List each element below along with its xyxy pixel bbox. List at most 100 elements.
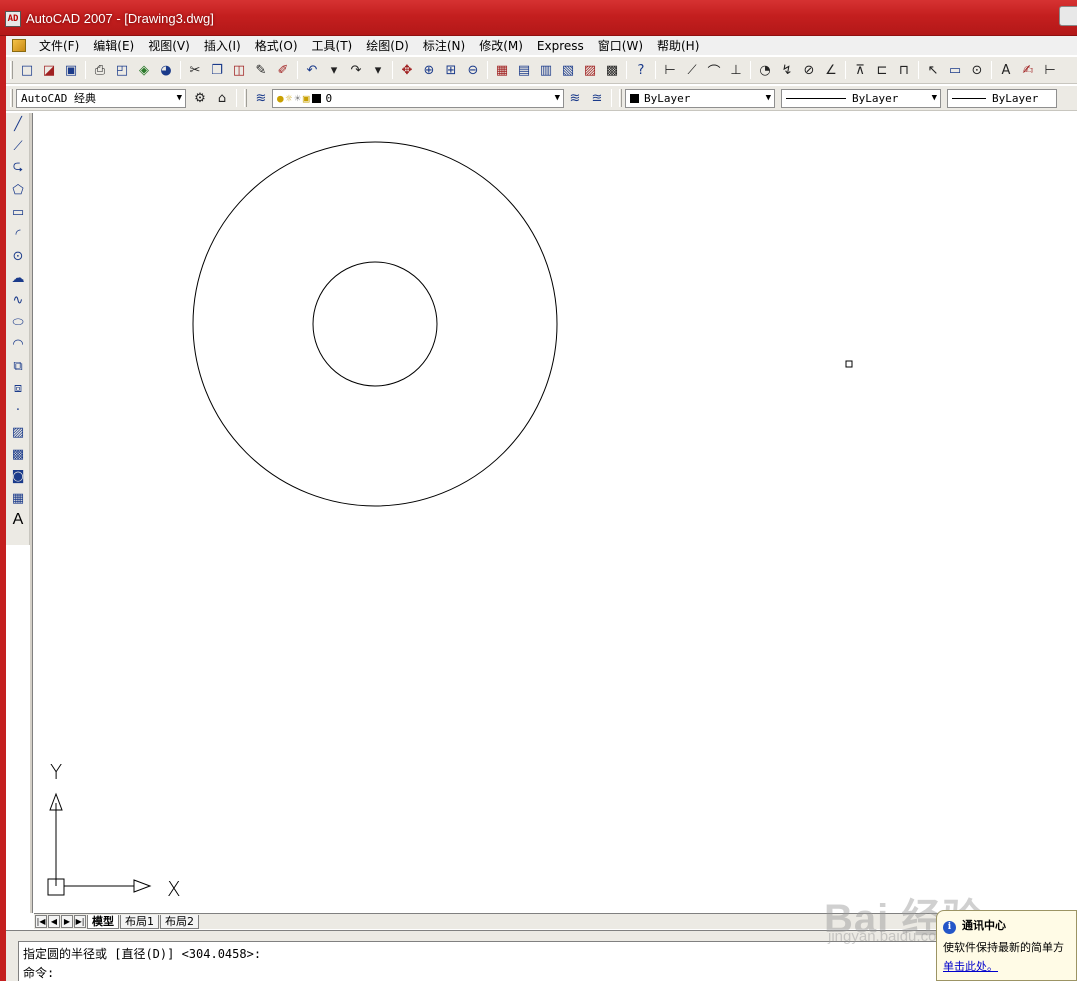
make-current-layer-icon[interactable]: ≋: [564, 87, 586, 109]
3d-dwf-icon[interactable]: ◕: [155, 59, 177, 81]
layer-on-icon[interactable]: ●: [277, 92, 284, 105]
sheet-set-icon[interactable]: ▧: [557, 59, 579, 81]
gradient-icon[interactable]: ▩: [6, 443, 30, 465]
autocad-icon[interactable]: AD: [5, 11, 21, 27]
undo-icon[interactable]: ↶: [301, 59, 323, 81]
layer-select[interactable]: ● ☼ ☀ ▣ 0 ▼: [272, 88, 564, 108]
toolbar-grip[interactable]: [10, 89, 13, 107]
document-menu-icon[interactable]: [12, 39, 26, 52]
tool-palettes-icon[interactable]: ▥: [535, 59, 557, 81]
new-icon[interactable]: □: [16, 59, 38, 81]
layer-freeze-icon[interactable]: ☼: [286, 92, 293, 105]
markup-icon[interactable]: ▨: [579, 59, 601, 81]
lineweight-select[interactable]: ByLayer: [947, 88, 1057, 108]
layer-lock-icon[interactable]: ▣: [303, 92, 310, 105]
save-icon[interactable]: ▣: [60, 59, 82, 81]
zoom-window-icon[interactable]: ⊞: [440, 59, 462, 81]
layer-properties-icon[interactable]: ≋: [250, 87, 272, 109]
redo-icon[interactable]: ↷: [345, 59, 367, 81]
tab-layout1[interactable]: 布局1: [120, 914, 159, 929]
print-preview-icon[interactable]: ◰: [111, 59, 133, 81]
zoom-realtime-icon[interactable]: ⊕: [418, 59, 440, 81]
print-icon[interactable]: ⎙: [89, 59, 111, 81]
toolbar-grip[interactable]: [244, 89, 247, 107]
color-select[interactable]: ByLayer ▼: [625, 88, 775, 108]
menu-window[interactable]: 窗口(W): [591, 37, 650, 54]
last-tab-icon[interactable]: ▶|: [74, 915, 86, 928]
menu-insert[interactable]: 插入(I): [197, 37, 248, 54]
properties-icon[interactable]: ▦: [491, 59, 513, 81]
linetype-select[interactable]: ByLayer ▼: [781, 88, 941, 108]
tab-layout2[interactable]: 布局2: [160, 914, 199, 929]
previous-tab-icon[interactable]: ◀: [48, 915, 60, 928]
angular-dimension-icon[interactable]: ∠: [820, 59, 842, 81]
arc-length-icon[interactable]: ⌒: [703, 59, 725, 81]
menu-modify[interactable]: 修改(M): [472, 37, 530, 54]
copy-icon[interactable]: ❐: [206, 59, 228, 81]
pan-icon[interactable]: ✥: [396, 59, 418, 81]
undo-dropdown-icon[interactable]: ▾: [323, 59, 345, 81]
linear-dimension-icon[interactable]: ⊢: [659, 59, 681, 81]
my-workspace-icon[interactable]: ⌂: [211, 87, 233, 109]
menu-help[interactable]: 帮助(H): [650, 37, 706, 54]
block-editor-icon[interactable]: ✐: [272, 59, 294, 81]
baseline-dimension-icon[interactable]: ⊏: [871, 59, 893, 81]
diameter-dimension-icon[interactable]: ⊘: [798, 59, 820, 81]
arc-icon[interactable]: ◜: [6, 223, 30, 245]
make-block-icon[interactable]: ⧈: [6, 377, 30, 399]
menu-tools[interactable]: 工具(T): [305, 37, 360, 54]
command-input[interactable]: 命令:: [23, 964, 1072, 981]
revision-cloud-icon[interactable]: ☁: [6, 267, 30, 289]
center-mark-icon[interactable]: ⊙: [966, 59, 988, 81]
leader-icon[interactable]: ↖: [922, 59, 944, 81]
radius-dimension-icon[interactable]: ◔: [754, 59, 776, 81]
menu-file[interactable]: 文件(F): [32, 37, 86, 54]
menu-view[interactable]: 视图(V): [141, 37, 197, 54]
jogged-dimension-icon[interactable]: ↯: [776, 59, 798, 81]
rectangle-icon[interactable]: ▭: [6, 201, 30, 223]
multiline-text-icon[interactable]: A: [6, 509, 30, 531]
match-properties-icon[interactable]: ✎: [250, 59, 272, 81]
tab-model[interactable]: 模型: [87, 914, 119, 929]
ordinate-dimension-icon[interactable]: ⊥: [725, 59, 747, 81]
region-icon[interactable]: ◙: [6, 465, 30, 487]
menu-express[interactable]: Express: [530, 39, 591, 53]
menu-format[interactable]: 格式(O): [248, 37, 305, 54]
circle-icon[interactable]: ⊙: [6, 245, 30, 267]
design-center-icon[interactable]: ▤: [513, 59, 535, 81]
layer-viewport-freeze-icon[interactable]: ☀: [294, 92, 301, 105]
help-icon[interactable]: ?: [630, 59, 652, 81]
construction-line-icon[interactable]: ⟋: [6, 135, 30, 157]
quick-dimension-icon[interactable]: ⊼: [849, 59, 871, 81]
polygon-icon[interactable]: ⬠: [6, 179, 30, 201]
ellipse-icon[interactable]: ⬭: [6, 311, 30, 333]
dimension-update-icon[interactable]: ⊢: [1039, 59, 1061, 81]
dimension-text-edit-icon[interactable]: ✍: [1017, 59, 1039, 81]
table-icon[interactable]: ▦: [6, 487, 30, 509]
menu-dimension[interactable]: 标注(N): [416, 37, 472, 54]
notification-link[interactable]: 单击此处。: [943, 958, 1076, 974]
polyline-icon[interactable]: ⮎: [6, 157, 30, 179]
publish-icon[interactable]: ◈: [133, 59, 155, 81]
menu-draw[interactable]: 绘图(D): [359, 37, 416, 54]
toolbar-grip[interactable]: [10, 61, 13, 79]
cut-icon[interactable]: ✂: [184, 59, 206, 81]
drawing-canvas[interactable]: Y X: [34, 113, 1077, 913]
redo-dropdown-icon[interactable]: ▾: [367, 59, 389, 81]
next-tab-icon[interactable]: ▶: [61, 915, 73, 928]
continue-dimension-icon[interactable]: ⊓: [893, 59, 915, 81]
outer-circle[interactable]: [192, 141, 558, 507]
line-icon[interactable]: ╱: [6, 113, 30, 135]
tolerance-icon[interactable]: ▭: [944, 59, 966, 81]
calculator-icon[interactable]: ▩: [601, 59, 623, 81]
aligned-dimension-icon[interactable]: ⟋: [681, 59, 703, 81]
insert-block-icon[interactable]: ⧉: [6, 355, 30, 377]
hatch-icon[interactable]: ▨: [6, 421, 30, 443]
workspace-select[interactable]: AutoCAD 经典 ▼: [16, 88, 186, 108]
zoom-previous-icon[interactable]: ⊖: [462, 59, 484, 81]
spline-icon[interactable]: ∿: [6, 289, 30, 311]
dimension-edit-icon[interactable]: A: [995, 59, 1017, 81]
workspace-settings-icon[interactable]: ⚙: [189, 87, 211, 109]
layer-previous-icon[interactable]: ≊: [586, 87, 608, 109]
toolbar-grip[interactable]: [619, 89, 622, 107]
